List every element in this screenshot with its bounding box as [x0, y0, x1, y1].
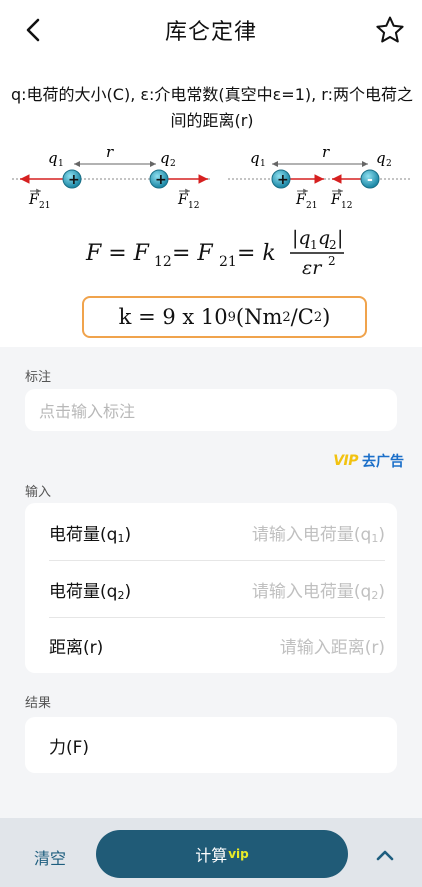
formula-eq-k: = k	[237, 241, 276, 266]
remove-ads-label: 去广告	[362, 454, 404, 470]
app-header: 库仑定律	[0, 0, 422, 60]
force-result-label: 力(F)	[49, 737, 90, 758]
distance-row[interactable]: 距离(r) 请输入距离(r)	[25, 617, 397, 673]
denominator: εr	[302, 257, 323, 279]
k-units-exp2: 2	[313, 309, 323, 325]
calculate-label: 计算	[195, 846, 228, 865]
q2-sub: 2	[170, 159, 176, 169]
k-units-close: )	[322, 305, 331, 329]
charge-q2-input[interactable]: 请输入电荷量(q2)	[252, 577, 385, 602]
coulomb-force-diagram: q 1 r q 2 + + F 21 F 12 q 1 r q 2 + - F …	[12, 143, 412, 211]
denominator-exp: 2	[328, 254, 336, 268]
charge-q2-label: 电荷量(q2)	[49, 581, 132, 602]
clear-button[interactable]: 清空	[34, 845, 66, 869]
numerator-sub2: 2	[329, 238, 337, 252]
numerator-q1: |q	[292, 227, 311, 249]
formula-eq: = F	[172, 241, 213, 266]
k-exp: 9	[227, 309, 236, 325]
q1-label: q	[250, 149, 260, 167]
remove-ads-link[interactable]: VIP 去广告	[333, 451, 404, 471]
q1-sub: 1	[260, 159, 266, 169]
distance-label: 距离(r)	[49, 637, 104, 658]
note-input[interactable]: 点击输入标注	[25, 389, 397, 431]
q1-sub: 1	[58, 159, 64, 169]
vip-superscript: vip	[228, 847, 249, 861]
bottom-bar: 清空 计算 vip	[0, 818, 422, 887]
coulomb-formula: F = F 12 = F 21 = k |q 1 q 2 | εr 2	[85, 227, 344, 279]
f21-sub: 21	[39, 201, 50, 211]
numerator-sub1: 1	[310, 238, 318, 252]
result-card: 力(F)	[25, 717, 397, 773]
k-units-exp: 2	[282, 309, 291, 325]
variable-description: q:电荷的大小(C), ε:介电常数(真空中ε=1), r:两个电荷之间的距离(…	[11, 85, 413, 130]
input-card: 电荷量(q1) 请输入电荷量(q1) 电荷量(q2) 请输入电荷量(q2) 距离…	[25, 503, 397, 673]
charge-sign-2: +	[155, 172, 167, 188]
formula-panel: q:电荷的大小(C), ε:介电常数(真空中ε=1), r:两个电荷之间的距离(…	[0, 60, 422, 347]
k-units-mid: /C	[290, 305, 314, 329]
coulomb-constant-box: k = 9 x 10 9 (Nm 2/C 2)	[82, 296, 367, 338]
repulsion-diagram: q 1 r q 2 + + F 21 F 12	[12, 143, 210, 211]
favorite-button[interactable]	[372, 12, 408, 48]
result-section-label: 结果	[25, 696, 52, 711]
input-section-label: 输入	[25, 485, 52, 500]
note-section-label: 标注	[25, 370, 52, 385]
formula-sub12: 12	[154, 254, 172, 270]
formula-sub21: 21	[219, 254, 237, 270]
f12-sub: 12	[188, 201, 199, 211]
vip-badge: VIP	[333, 453, 358, 469]
r-label: r	[106, 143, 114, 161]
formula-lhs: F = F	[85, 241, 150, 266]
q2-sub: 2	[386, 159, 392, 169]
calculate-button[interactable]: 计算 vip	[96, 830, 348, 878]
r-label: r	[322, 143, 330, 161]
k-units: (Nm	[235, 305, 283, 329]
k-value: k = 9 x 10	[118, 305, 228, 329]
charge-q1-row[interactable]: 电荷量(q1) 请输入电荷量(q1)	[25, 504, 397, 560]
numerator-close: |	[337, 227, 343, 249]
charge-sign-1: +	[68, 172, 80, 188]
q2-label: q	[160, 149, 170, 167]
f12-sub: 12	[341, 201, 352, 211]
charge-q1-label: 电荷量(q1)	[49, 524, 132, 545]
distance-input[interactable]: 请输入距离(r)	[280, 633, 385, 658]
chevron-up-icon	[376, 850, 394, 861]
f21-sub: 21	[306, 201, 317, 211]
star-icon	[376, 16, 404, 43]
charge-sign-2: -	[367, 172, 373, 188]
attraction-diagram: q 1 r q 2 + - F 21 F 12	[228, 143, 412, 211]
page-title: 库仑定律	[164, 20, 257, 45]
charge-q2-row[interactable]: 电荷量(q2) 请输入电荷量(q2)	[25, 561, 397, 617]
charge-sign-1: +	[277, 172, 289, 188]
charge-q1-input[interactable]: 请输入电荷量(q1)	[252, 520, 385, 545]
expand-button[interactable]	[374, 844, 396, 866]
q2-label: q	[376, 149, 386, 167]
q1-label: q	[48, 149, 58, 167]
